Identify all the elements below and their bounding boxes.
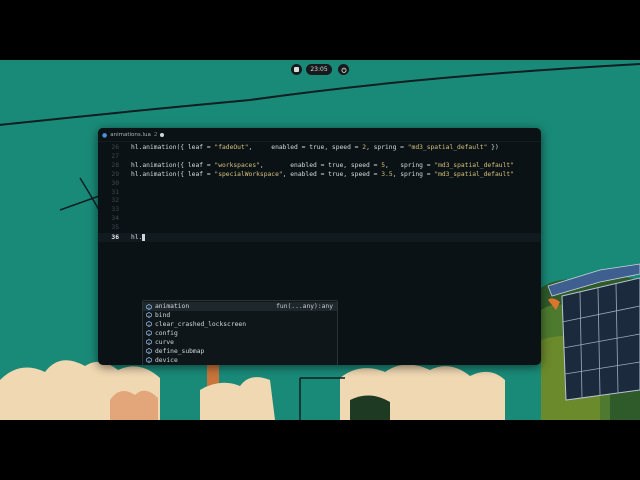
completion-item[interactable]: device (143, 356, 337, 365)
completion-detail: fun(...any):any (276, 303, 333, 310)
top-bar: 23:05 (0, 60, 640, 80)
method-icon (146, 357, 152, 364)
line-number: 29 (111, 170, 119, 178)
completion-label: define_submap (155, 347, 205, 355)
code-line[interactable]: 27 (98, 152, 541, 161)
code-line[interactable]: 30 (98, 179, 541, 188)
completion-label: curve (155, 338, 174, 346)
line-number: 34 (111, 215, 119, 223)
tab-diagnostics-badge: 2 (153, 132, 158, 138)
string-token: "specialWorkspace" (214, 170, 283, 178)
code-text: hl.animation({ leaf = "workspaces", enab… (131, 161, 514, 170)
code-text: hl. (131, 233, 146, 242)
completion-label: animation (155, 303, 190, 310)
tab-animations-lua[interactable]: ● animations.lua 2 (102, 130, 165, 140)
completion-label: clear_crashed_lockscreen (155, 320, 246, 328)
code-line[interactable]: 29 hl.animation({ leaf = "specialWorkspac… (98, 170, 541, 179)
code-line[interactable]: 36 hl. (98, 233, 541, 242)
string-token: 3.5 (381, 170, 393, 178)
line-number: 31 (111, 188, 119, 196)
completion-item[interactable]: config (143, 329, 337, 338)
code-line[interactable]: 35 (98, 223, 541, 232)
method-icon (146, 348, 152, 355)
code-line[interactable]: 34 (98, 214, 541, 223)
method-icon (146, 339, 152, 346)
line-number: 35 (111, 224, 119, 232)
text-cursor (142, 233, 146, 241)
string-token: "fadeOut" (214, 144, 249, 151)
completion-item[interactable]: bind (143, 311, 337, 320)
code-text: hl.animation({ leaf = "specialWorkspace"… (131, 170, 514, 179)
code-token: , enabled = true, speed = (259, 161, 382, 169)
completion-item[interactable]: animation fun(...any):any (143, 302, 337, 311)
power-icon (340, 66, 347, 73)
line-number: 30 (111, 179, 119, 187)
code-token: , spring = (392, 170, 435, 178)
method-icon (146, 330, 152, 337)
completion-popup: animation fun(...any):any bind clear_crashe… (142, 300, 338, 365)
completion-item[interactable]: define_submap (143, 347, 337, 356)
code-token: hl. (131, 234, 143, 241)
editor-window: ● animations.lua 2 26 hl.animation({ leaf… (98, 128, 541, 365)
line-number: 27 (111, 152, 119, 160)
code-token: , enabled = true, speed = (282, 170, 382, 178)
desktop: 23:05 ● animations.lua 2 26 hl.animation(… (0, 60, 640, 420)
code-token: }) (487, 144, 499, 151)
app-launcher-button[interactable] (291, 64, 302, 75)
code-token: , enabled = true, speed = (248, 144, 363, 151)
code-line[interactable]: 32 (98, 196, 541, 205)
tab-filename: animations.lua (110, 132, 151, 138)
code-token: hl.animation({ leaf = (131, 144, 215, 151)
code-text: hl.animation({ leaf = "fadeOut", enabled… (131, 143, 499, 152)
power-button[interactable] (338, 64, 349, 75)
method-icon (146, 321, 152, 328)
line-number: 28 (111, 161, 119, 169)
code-line[interactable]: 31 (98, 188, 541, 197)
string-token: "workspaces" (214, 161, 260, 169)
app-launcher-icon (294, 67, 299, 72)
string-token: "md3_spatial_default" (434, 170, 514, 178)
completion-label: bind (155, 311, 171, 319)
line-number: 32 (111, 197, 119, 205)
code-line[interactable]: 33 (98, 205, 541, 214)
completion-item[interactable]: clear_crashed_lockscreen (143, 320, 337, 329)
line-number: 33 (111, 206, 119, 214)
code-token: hl.animation({ leaf = (131, 161, 215, 169)
clock: 23:05 (306, 64, 332, 75)
code-line[interactable]: 28 hl.animation({ leaf = "workspaces", en… (98, 161, 541, 170)
code-token: , spring = (366, 144, 408, 151)
method-icon (146, 303, 152, 310)
code-token: , spring = (385, 161, 435, 169)
line-number: 26 (111, 144, 119, 151)
lua-file-icon: ● (102, 131, 108, 139)
completion-label: config (155, 329, 178, 337)
completion-item[interactable]: curve (143, 338, 337, 347)
completion-label: device (155, 356, 178, 364)
code-token: hl.animation({ leaf = (131, 170, 215, 178)
method-icon (146, 312, 152, 319)
string-token: "md3_spatial_default" (407, 144, 488, 151)
line-number: 36 (111, 234, 119, 241)
code-line[interactable]: 26 hl.animation({ leaf = "fadeOut", enabl… (98, 143, 541, 152)
tab-bar: ● animations.lua 2 (98, 128, 541, 142)
modified-indicator-icon (160, 133, 165, 137)
clock-time: 23:05 (310, 66, 328, 73)
string-token: "md3_spatial_default" (434, 161, 514, 169)
